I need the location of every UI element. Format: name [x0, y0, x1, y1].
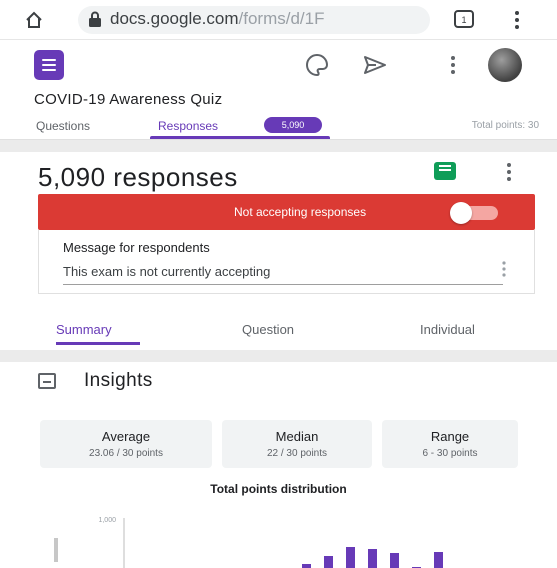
total-points: Total points: 30: [471, 120, 539, 131]
section-divider-2: [0, 350, 557, 362]
message-label: Message for respondents: [63, 240, 210, 255]
responses-card: 5,090 responses Not accepting responses …: [24, 152, 541, 347]
tab-responses[interactable]: Responses: [158, 119, 218, 133]
banner-text: Not accepting responses: [234, 205, 367, 219]
accepting-responses-banner: Not accepting responses: [38, 194, 535, 230]
insights-title: Insights: [84, 370, 153, 391]
browser-menu-icon[interactable]: [514, 10, 520, 30]
chart-bar: [324, 556, 333, 568]
stat-average-value: 23.06 / 30 points: [89, 448, 163, 459]
input-underline: [63, 284, 503, 285]
tab-individual[interactable]: Individual: [420, 322, 475, 337]
chart-bar: [434, 552, 443, 568]
tab-questions[interactable]: Questions: [36, 119, 90, 133]
responses-count-badge: 5,090: [264, 117, 322, 133]
forms-header: COVID-19 Awareness Quiz Questions Respon…: [0, 40, 557, 140]
stat-average: Average 23.06 / 30 points: [40, 420, 212, 468]
message-input[interactable]: This exam is not currently accepting: [63, 264, 270, 279]
message-menu-icon[interactable]: [501, 260, 507, 278]
url-host: docs.google.com: [110, 9, 239, 28]
stat-average-label: Average: [101, 429, 151, 444]
stat-range-value: 6 - 30 points: [422, 448, 478, 459]
chart-bar: [302, 564, 311, 568]
chart-bar: [346, 547, 355, 568]
stat-range: Range 6 - 30 points: [382, 420, 518, 468]
url-path: /forms/d/1F: [238, 9, 325, 28]
palette-icon[interactable]: [304, 52, 330, 78]
y-axis-title: [54, 538, 58, 562]
responses-menu-icon[interactable]: [506, 162, 512, 182]
points-distribution-chart: 1,000: [54, 517, 443, 568]
responses-count: 5,090 responses: [38, 162, 238, 192]
svg-text:1: 1: [461, 15, 466, 25]
lock-icon: [89, 11, 101, 27]
sheets-icon[interactable]: [434, 162, 456, 180]
tab-switcher-icon[interactable]: 1: [454, 10, 474, 28]
y-tick-label: 1,000: [98, 517, 116, 524]
tab-question[interactable]: Question: [242, 322, 294, 337]
active-tab-indicator: [150, 136, 330, 139]
toggle-knob[interactable]: [450, 202, 472, 224]
url-text[interactable]: docs.google.com/forms/d/1F: [110, 9, 325, 29]
tab-summary[interactable]: Summary: [56, 322, 112, 337]
chart-title: Total points distribution: [210, 482, 347, 496]
stat-median-label: Median: [275, 429, 319, 444]
stat-median-value: 22 / 30 points: [266, 448, 328, 459]
stat-median: Median 22 / 30 points: [222, 420, 372, 468]
stat-range-label: Range: [430, 429, 470, 444]
chart-bar: [390, 553, 399, 568]
send-icon[interactable]: [362, 52, 388, 78]
browser-toolbar: docs.google.com/forms/d/1F 1: [0, 0, 557, 40]
form-title: COVID-19 Awareness Quiz: [34, 91, 223, 108]
home-icon[interactable]: [24, 10, 44, 30]
insights-icon: [38, 373, 56, 389]
section-divider: [0, 140, 557, 152]
message-box: Message for respondents This exam is not…: [38, 230, 535, 294]
avatar[interactable]: [488, 48, 522, 82]
summary-tab-indicator: [56, 342, 140, 345]
more-options-icon[interactable]: [440, 52, 466, 78]
chart-bar: [368, 549, 377, 568]
forms-logo-icon[interactable]: [34, 50, 64, 80]
